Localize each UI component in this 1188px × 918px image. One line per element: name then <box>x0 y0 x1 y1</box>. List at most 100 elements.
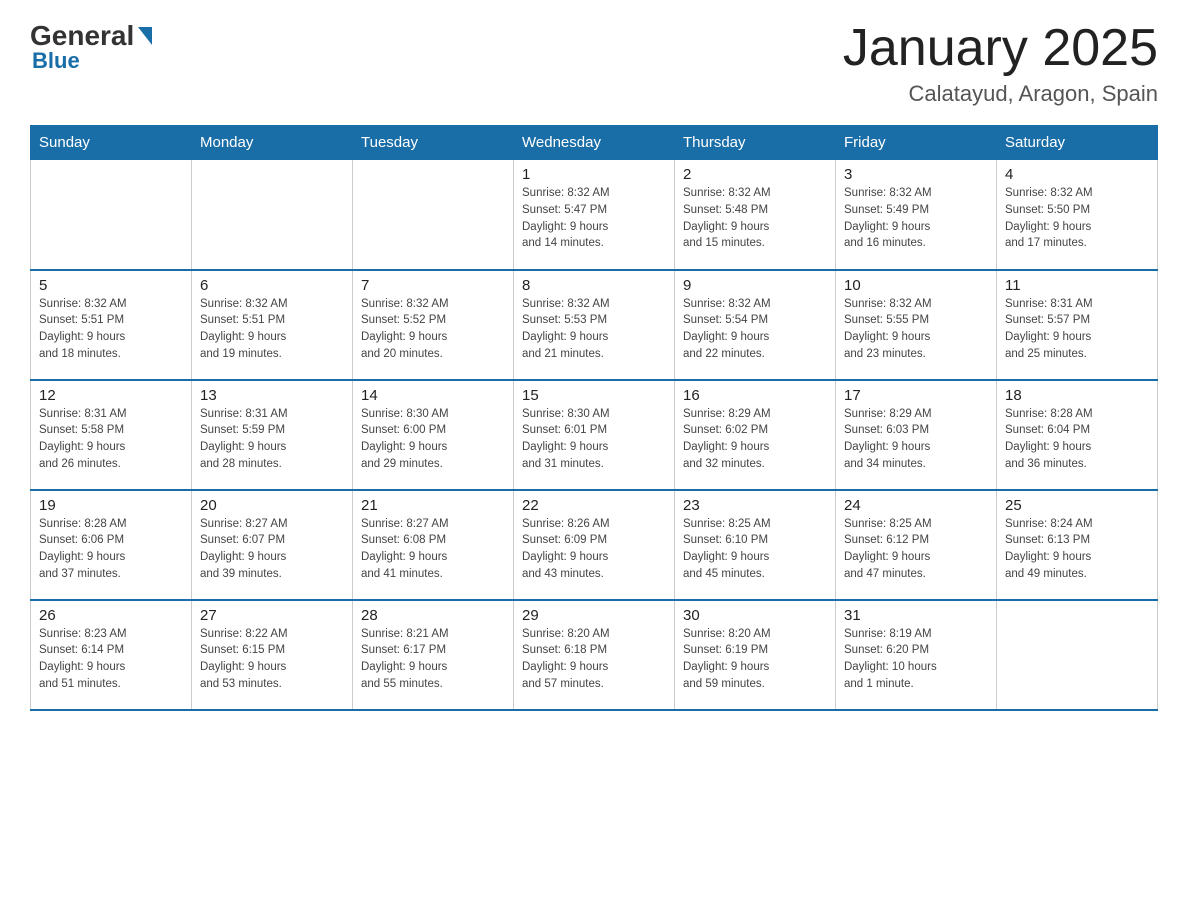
calendar-day-12: 12 Sunrise: 8:31 AM Sunset: 5:58 PM Dayli… <box>31 380 192 490</box>
day-number: 5 <box>39 277 183 294</box>
day-info: Sunrise: 8:28 AM Sunset: 6:04 PM Dayligh… <box>1005 406 1149 473</box>
calendar-day-25: 25Sunrise: 8:24 AM Sunset: 6:13 PM Dayli… <box>997 490 1158 600</box>
day-info: Sunrise: 8:31 AM Sunset: 5:58 PM Dayligh… <box>39 406 183 473</box>
day-info: Sunrise: 8:23 AM Sunset: 6:14 PM Dayligh… <box>39 626 183 693</box>
calendar-day-16: 16 Sunrise: 8:29 AM Sunset: 6:02 PM Dayli… <box>675 380 836 490</box>
calendar-day-8: 8 Sunrise: 8:32 AM Sunset: 5:53 PM Daylig… <box>514 270 675 380</box>
day-number: 21 <box>361 497 505 514</box>
day-number: 28 <box>361 607 505 624</box>
calendar-empty-cell <box>192 160 353 270</box>
day-number: 4 <box>1005 166 1149 183</box>
calendar-empty-cell <box>997 600 1158 710</box>
header-thursday: Thursday <box>675 126 836 160</box>
calendar-day-24: 24Sunrise: 8:25 AM Sunset: 6:12 PM Dayli… <box>836 490 997 600</box>
day-info: Sunrise: 8:20 AM Sunset: 6:18 PM Dayligh… <box>522 626 666 693</box>
calendar-day-6: 6Sunrise: 8:32 AM Sunset: 5:51 PM Daylig… <box>192 270 353 380</box>
calendar-week-row: 26Sunrise: 8:23 AM Sunset: 6:14 PM Dayli… <box>31 600 1158 710</box>
calendar-empty-cell <box>31 160 192 270</box>
logo: General Blue <box>30 20 152 74</box>
calendar-day-27: 27 Sunrise: 8:22 AM Sunset: 6:15 PM Dayli… <box>192 600 353 710</box>
month-title: January 2025 <box>843 20 1158 77</box>
logo-arrow-icon <box>138 27 152 45</box>
calendar-day-9: 9Sunrise: 8:32 AM Sunset: 5:54 PM Daylig… <box>675 270 836 380</box>
day-info: Sunrise: 8:30 AM Sunset: 6:00 PM Dayligh… <box>361 406 505 473</box>
day-number: 22 <box>522 497 666 514</box>
day-info: Sunrise: 8:29 AM Sunset: 6:02 PM Dayligh… <box>683 406 827 473</box>
day-number: 3 <box>844 166 988 183</box>
calendar-week-row: 1 Sunrise: 8:32 AM Sunset: 5:47 PM Daylig… <box>31 160 1158 270</box>
calendar-week-row: 19 Sunrise: 8:28 AM Sunset: 6:06 PM Dayli… <box>31 490 1158 600</box>
calendar-day-1: 1 Sunrise: 8:32 AM Sunset: 5:47 PM Daylig… <box>514 160 675 270</box>
day-info: Sunrise: 8:32 AM Sunset: 5:48 PM Dayligh… <box>683 185 827 252</box>
day-number: 11 <box>1005 277 1149 294</box>
day-info: Sunrise: 8:22 AM Sunset: 6:15 PM Dayligh… <box>200 626 344 693</box>
day-number: 24 <box>844 497 988 514</box>
calendar-day-7: 7 Sunrise: 8:32 AM Sunset: 5:52 PM Daylig… <box>353 270 514 380</box>
day-info: Sunrise: 8:21 AM Sunset: 6:17 PM Dayligh… <box>361 626 505 693</box>
day-info: Sunrise: 8:29 AM Sunset: 6:03 PM Dayligh… <box>844 406 988 473</box>
day-number: 7 <box>361 277 505 294</box>
header-monday: Monday <box>192 126 353 160</box>
day-number: 1 <box>522 166 666 183</box>
day-info: Sunrise: 8:32 AM Sunset: 5:52 PM Dayligh… <box>361 296 505 363</box>
day-number: 31 <box>844 607 988 624</box>
header-saturday: Saturday <box>997 126 1158 160</box>
day-info: Sunrise: 8:32 AM Sunset: 5:47 PM Dayligh… <box>522 185 666 252</box>
day-number: 16 <box>683 387 827 404</box>
day-number: 27 <box>200 607 344 624</box>
calendar-day-18: 18 Sunrise: 8:28 AM Sunset: 6:04 PM Dayli… <box>997 380 1158 490</box>
calendar-day-22: 22Sunrise: 8:26 AM Sunset: 6:09 PM Dayli… <box>514 490 675 600</box>
calendar-header-row: SundayMondayTuesdayWednesdayThursdayFrid… <box>31 126 1158 160</box>
calendar-day-29: 29 Sunrise: 8:20 AM Sunset: 6:18 PM Dayli… <box>514 600 675 710</box>
calendar-day-4: 4 Sunrise: 8:32 AM Sunset: 5:50 PM Daylig… <box>997 160 1158 270</box>
day-number: 20 <box>200 497 344 514</box>
day-info: Sunrise: 8:32 AM Sunset: 5:53 PM Dayligh… <box>522 296 666 363</box>
calendar-day-26: 26Sunrise: 8:23 AM Sunset: 6:14 PM Dayli… <box>31 600 192 710</box>
day-info: Sunrise: 8:28 AM Sunset: 6:06 PM Dayligh… <box>39 516 183 583</box>
day-number: 9 <box>683 277 827 294</box>
day-info: Sunrise: 8:31 AM Sunset: 5:59 PM Dayligh… <box>200 406 344 473</box>
day-info: Sunrise: 8:32 AM Sunset: 5:55 PM Dayligh… <box>844 296 988 363</box>
calendar-day-19: 19 Sunrise: 8:28 AM Sunset: 6:06 PM Dayli… <box>31 490 192 600</box>
calendar-day-13: 13Sunrise: 8:31 AM Sunset: 5:59 PM Dayli… <box>192 380 353 490</box>
calendar-day-31: 31 Sunrise: 8:19 AM Sunset: 6:20 PM Dayli… <box>836 600 997 710</box>
header-sunday: Sunday <box>31 126 192 160</box>
day-number: 12 <box>39 387 183 404</box>
calendar-day-21: 21 Sunrise: 8:27 AM Sunset: 6:08 PM Dayli… <box>353 490 514 600</box>
calendar-day-17: 17 Sunrise: 8:29 AM Sunset: 6:03 PM Dayli… <box>836 380 997 490</box>
day-number: 23 <box>683 497 827 514</box>
calendar-day-30: 30Sunrise: 8:20 AM Sunset: 6:19 PM Dayli… <box>675 600 836 710</box>
calendar-day-15: 15Sunrise: 8:30 AM Sunset: 6:01 PM Dayli… <box>514 380 675 490</box>
calendar-empty-cell <box>353 160 514 270</box>
calendar-day-10: 10 Sunrise: 8:32 AM Sunset: 5:55 PM Dayli… <box>836 270 997 380</box>
location-title: Calatayud, Aragon, Spain <box>843 81 1158 107</box>
day-number: 14 <box>361 387 505 404</box>
calendar-day-2: 2 Sunrise: 8:32 AM Sunset: 5:48 PM Daylig… <box>675 160 836 270</box>
day-info: Sunrise: 8:32 AM Sunset: 5:51 PM Dayligh… <box>39 296 183 363</box>
calendar-week-row: 12 Sunrise: 8:31 AM Sunset: 5:58 PM Dayli… <box>31 380 1158 490</box>
page-header: General Blue January 2025 Calatayud, Ara… <box>30 20 1158 107</box>
day-number: 19 <box>39 497 183 514</box>
day-number: 29 <box>522 607 666 624</box>
day-number: 30 <box>683 607 827 624</box>
day-number: 18 <box>1005 387 1149 404</box>
day-number: 8 <box>522 277 666 294</box>
title-block: January 2025 Calatayud, Aragon, Spain <box>843 20 1158 107</box>
day-number: 2 <box>683 166 827 183</box>
day-number: 25 <box>1005 497 1149 514</box>
day-info: Sunrise: 8:32 AM Sunset: 5:51 PM Dayligh… <box>200 296 344 363</box>
calendar-day-11: 11Sunrise: 8:31 AM Sunset: 5:57 PM Dayli… <box>997 270 1158 380</box>
day-number: 10 <box>844 277 988 294</box>
day-number: 15 <box>522 387 666 404</box>
day-info: Sunrise: 8:27 AM Sunset: 6:07 PM Dayligh… <box>200 516 344 583</box>
day-info: Sunrise: 8:25 AM Sunset: 6:10 PM Dayligh… <box>683 516 827 583</box>
calendar-day-3: 3Sunrise: 8:32 AM Sunset: 5:49 PM Daylig… <box>836 160 997 270</box>
day-info: Sunrise: 8:32 AM Sunset: 5:50 PM Dayligh… <box>1005 185 1149 252</box>
calendar-day-14: 14 Sunrise: 8:30 AM Sunset: 6:00 PM Dayli… <box>353 380 514 490</box>
logo-blue-text: Blue <box>32 48 80 74</box>
calendar-day-5: 5 Sunrise: 8:32 AM Sunset: 5:51 PM Daylig… <box>31 270 192 380</box>
day-info: Sunrise: 8:27 AM Sunset: 6:08 PM Dayligh… <box>361 516 505 583</box>
day-info: Sunrise: 8:19 AM Sunset: 6:20 PM Dayligh… <box>844 626 988 693</box>
day-number: 17 <box>844 387 988 404</box>
calendar-week-row: 5 Sunrise: 8:32 AM Sunset: 5:51 PM Daylig… <box>31 270 1158 380</box>
